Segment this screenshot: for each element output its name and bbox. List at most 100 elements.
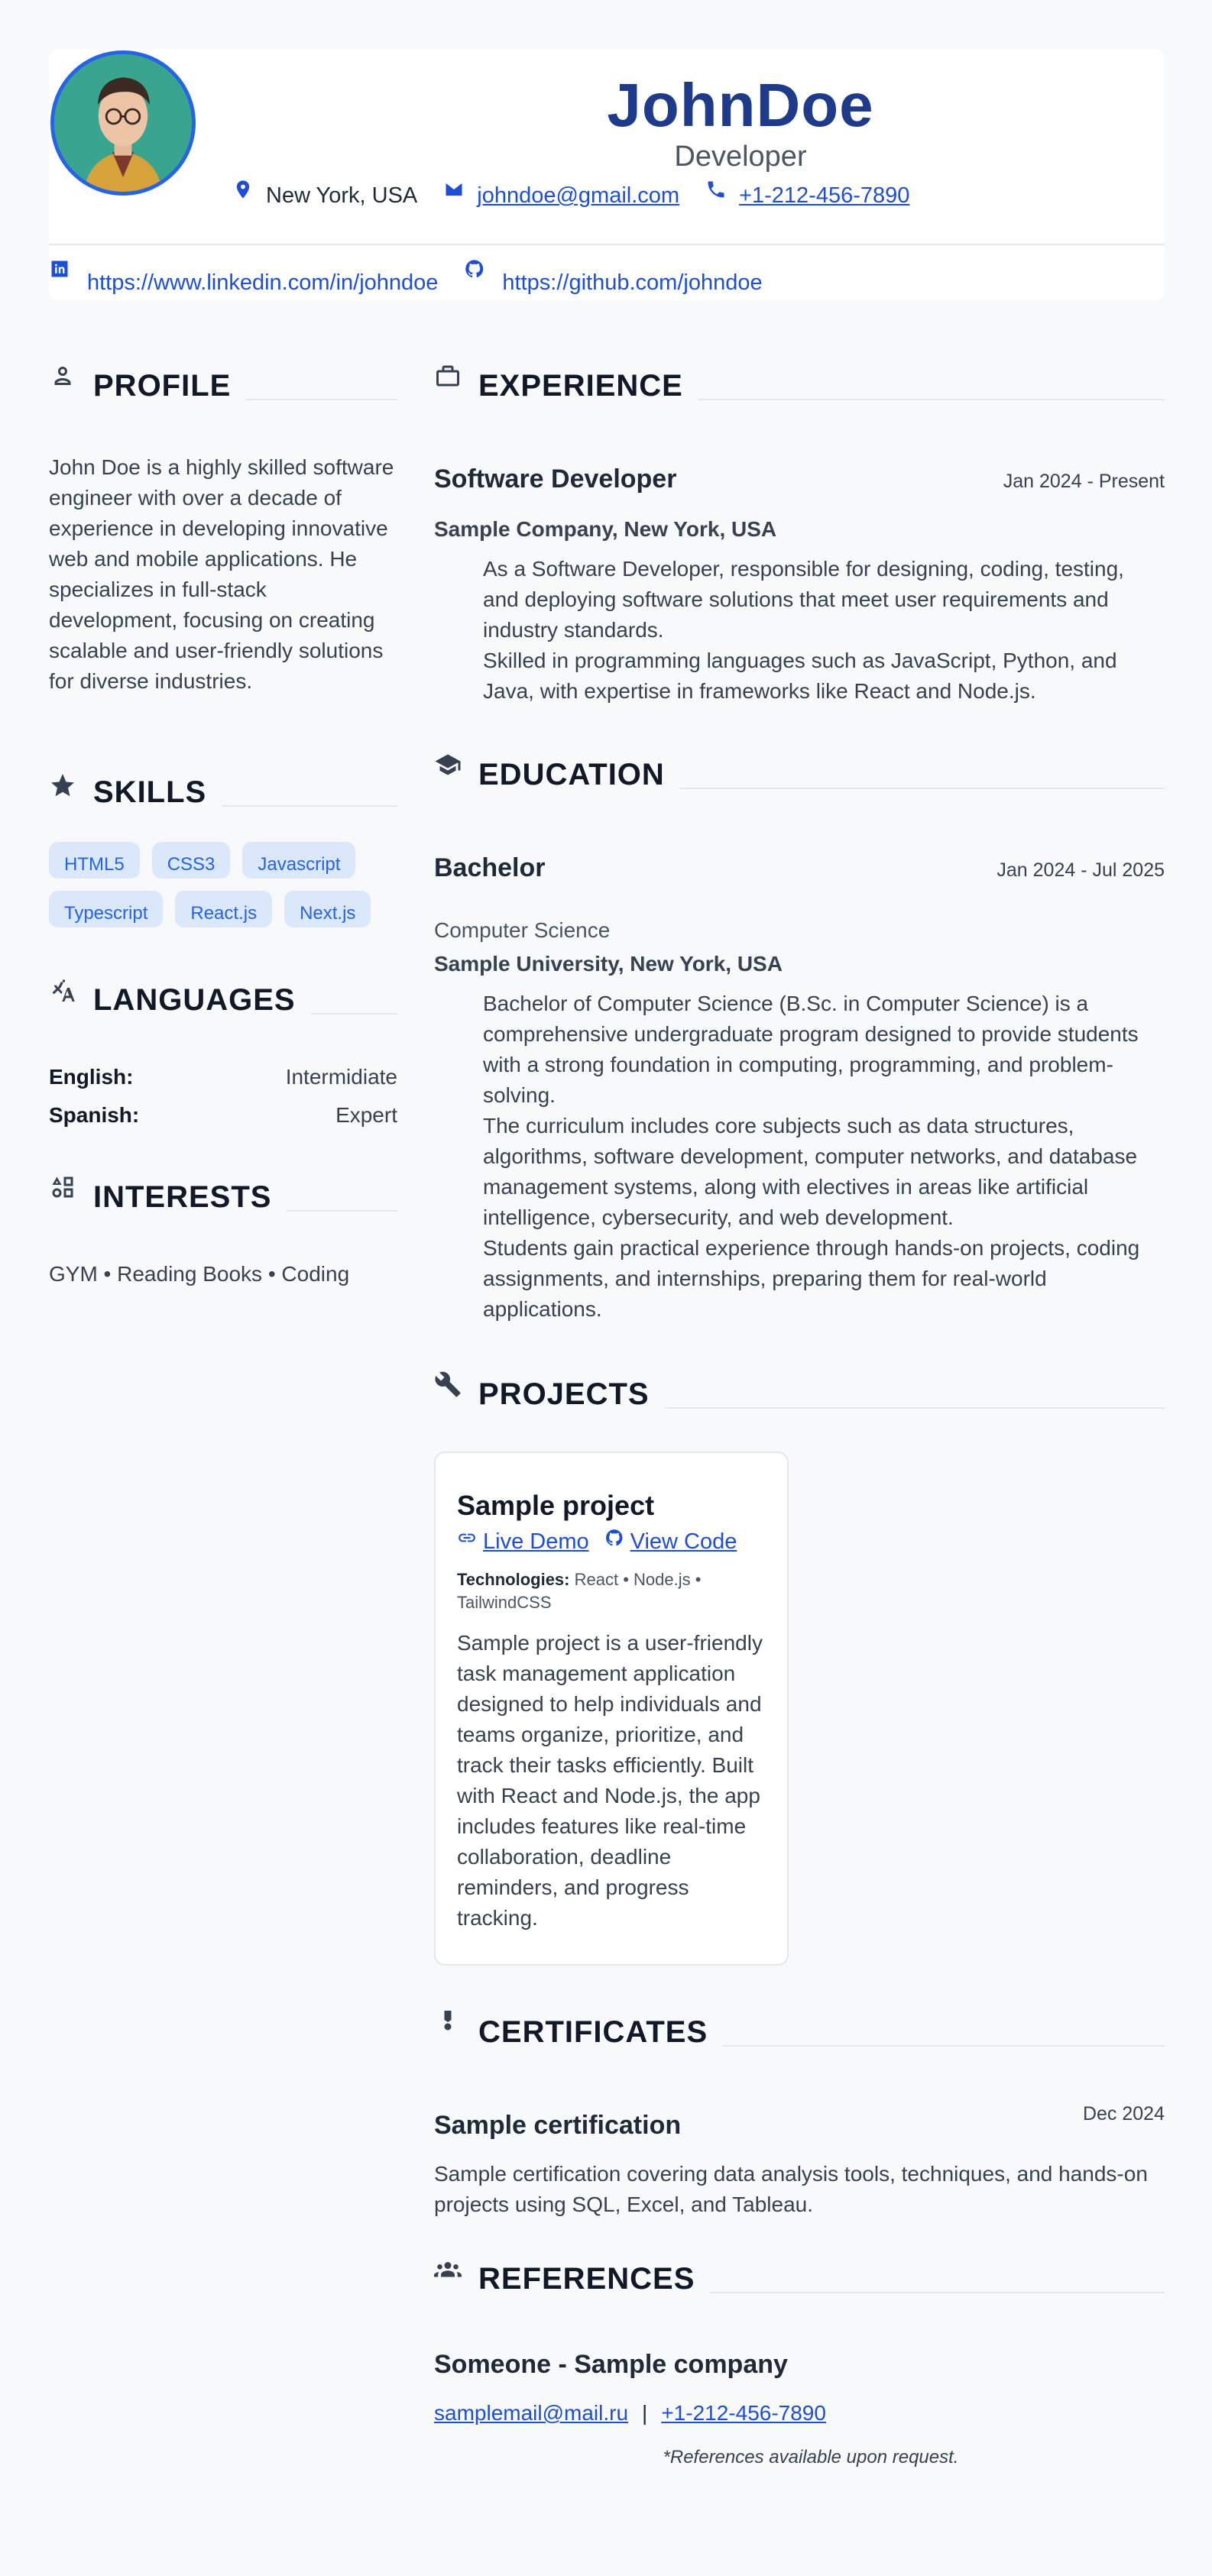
references-heading: REFERENCES — [434, 2255, 1165, 2296]
social-links: https://www.linkedin.com/in/johndoe http… — [49, 260, 763, 296]
skill-chip: Javascript — [242, 842, 356, 879]
project-description: Sample project is a user-friendly task m… — [457, 1631, 763, 1930]
skill-chip: CSS3 — [151, 842, 231, 879]
phone: +1-212-456-7890 — [705, 181, 909, 209]
skill-chip: HTML5 — [49, 842, 140, 879]
right-column: EXPERIENCE Software Developer Jan 2024 -… — [434, 362, 1165, 2468]
reference-email-link[interactable]: samplemail@mail.ru — [434, 2401, 628, 2425]
candidate-title: Developer — [674, 141, 807, 173]
projects-section: PROJECTS Sample project Live Demo View C… — [434, 1371, 1165, 1966]
education-bullet: Bachelor of Computer Science (B.Sc. in C… — [483, 992, 1139, 1107]
interests-icon — [52, 1176, 73, 1198]
candidate-name: JohnDoe — [607, 71, 874, 139]
people-icon — [434, 2262, 462, 2277]
references-heading-text: REFERENCES — [478, 2262, 695, 2296]
translate-icon — [52, 979, 75, 1002]
briefcase-icon — [436, 365, 459, 387]
degree: Bachelor — [434, 853, 546, 882]
language-row: Spanish: Expert — [49, 1103, 397, 1128]
languages-heading-text: LANGUAGES — [93, 983, 296, 1017]
education-heading: EDUCATION — [434, 751, 1165, 792]
language-name: Spanish: — [49, 1103, 140, 1127]
references-note: *References available upon request. — [663, 2447, 959, 2468]
section-rule — [698, 399, 1165, 400]
linkedin: https://www.linkedin.com/in/johndoe — [49, 261, 438, 296]
job-role: Software Developer — [434, 464, 677, 494]
header-divider — [49, 244, 1165, 245]
skills-section: SKILLS HTML5 CSS3 Javascript Typescript … — [49, 772, 397, 927]
section-rule — [222, 805, 397, 807]
profile-text: John Doe is a highly skilled software en… — [49, 455, 394, 693]
certificates-heading-text: CERTIFICATES — [478, 2015, 708, 2049]
education-section: EDUCATION Bachelor Jan 2024 - Jul 2025 C… — [434, 751, 1165, 1325]
education-school: Sample University, New York, USA — [434, 952, 783, 976]
certificate-date: Dec 2024 — [1082, 2103, 1165, 2125]
language-list: English: Intermidiate Spanish: Expert — [49, 1065, 397, 1128]
education-field: Computer Science — [434, 918, 611, 942]
job-company: Sample Company, New York, USA — [434, 517, 777, 541]
project-card: Sample project Live Demo View Code Techn… — [434, 1451, 789, 1966]
linkedin-link[interactable]: https://www.linkedin.com/in/johndoe — [87, 270, 438, 296]
section-rule — [246, 399, 397, 400]
section-rule — [710, 2292, 1165, 2293]
job-dates: Jan 2024 - Present — [1003, 471, 1165, 492]
skill-chip: Typescript — [49, 891, 164, 927]
skill-chip: Next.js — [284, 891, 371, 927]
education-bullet: The curriculum includes core subjects su… — [483, 1114, 1138, 1229]
wrench-icon — [435, 1371, 461, 1397]
section-rule — [679, 788, 1165, 789]
reference-phone-link[interactable]: +1-212-456-7890 — [661, 2401, 826, 2425]
live-demo-label[interactable]: Live Demo — [483, 1529, 589, 1555]
education-description: Bachelor of Computer Science (B.Sc. in C… — [483, 989, 1165, 1325]
education-heading-text: EDUCATION — [478, 758, 665, 791]
technologies-label: Technologies: — [457, 1570, 570, 1589]
interests-section: INTERESTS GYM • Reading Books • Coding — [49, 1173, 397, 1286]
email: johndoe@gmail.com — [443, 183, 679, 209]
job-description: As a Software Developer, responsible for… — [483, 554, 1165, 707]
skill-chips: HTML5 CSS3 Javascript Typescript React.j… — [49, 842, 397, 927]
linkedin-icon — [51, 261, 68, 277]
project-technologies: Technologies: React • Node.js • Tailwind… — [457, 1568, 766, 1614]
view-code-label[interactable]: View Code — [630, 1529, 737, 1555]
language-level: Expert — [335, 1103, 397, 1127]
live-demo-link[interactable]: Live Demo — [457, 1529, 589, 1555]
location: New York, USA — [232, 180, 418, 209]
job-bullet: Skilled in programming languages such as… — [483, 649, 1117, 703]
email-link[interactable]: johndoe@gmail.com — [477, 183, 679, 209]
profile-heading-text: PROFILE — [93, 369, 232, 403]
certificate-title: Sample certification — [434, 2111, 682, 2140]
language-name: English: — [49, 1065, 134, 1089]
graduation-cap-icon — [435, 754, 461, 775]
section-rule — [723, 2045, 1165, 2047]
resume-header: JohnDoe Developer New York, USA johndoe@… — [49, 49, 1165, 301]
resume-page: JohnDoe Developer New York, USA johndoe@… — [49, 49, 1165, 2468]
medal-icon — [444, 2011, 452, 2031]
phone-link[interactable]: +1-212-456-7890 — [739, 183, 909, 209]
reference-name: Someone - Sample company — [434, 2350, 788, 2379]
left-column: PROFILE John Doe is a highly skilled sof… — [49, 362, 397, 1286]
star-icon — [51, 774, 74, 797]
education-dates: Jan 2024 - Jul 2025 — [996, 859, 1165, 881]
education-bullet: Students gain practical experience throu… — [483, 1236, 1140, 1321]
phone-icon — [708, 181, 724, 198]
github-icon — [465, 260, 484, 278]
separator: | — [642, 2401, 648, 2425]
language-row: English: Intermidiate — [49, 1065, 397, 1089]
certificate-entry-header: Sample certification Dec 2024 — [434, 2103, 1165, 2141]
location-text: New York, USA — [266, 183, 418, 208]
projects-heading-text: PROJECTS — [478, 1377, 650, 1411]
interests-heading: INTERESTS — [49, 1173, 397, 1215]
github-link[interactable]: https://github.com/johndoe — [502, 270, 762, 296]
mail-icon — [446, 183, 462, 196]
view-code-link[interactable]: View Code — [604, 1529, 737, 1555]
section-rule — [287, 1210, 397, 1212]
experience-heading: EXPERIENCE — [434, 362, 1165, 403]
project-title: Sample project — [457, 1490, 655, 1521]
job-bullet: As a Software Developer, responsible for… — [483, 557, 1124, 642]
location-pin-icon — [236, 180, 250, 199]
link-icon — [459, 1533, 475, 1542]
section-rule — [310, 1013, 397, 1015]
languages-section: LANGUAGES English: Intermidiate Spanish:… — [49, 976, 397, 1128]
section-rule — [664, 1407, 1165, 1409]
interests-text: GYM • Reading Books • Coding — [49, 1262, 350, 1286]
